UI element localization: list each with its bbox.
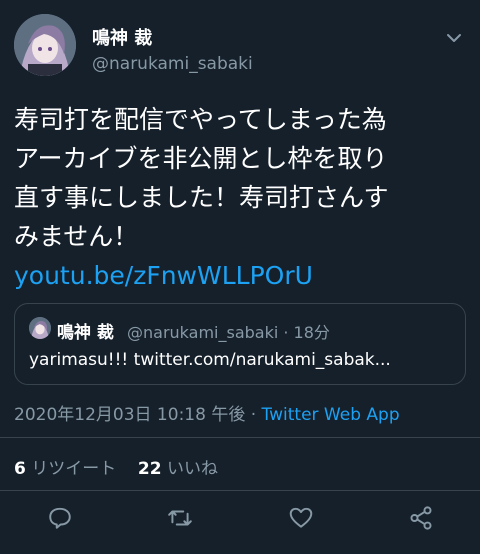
tweet-text: 寿司打を配信でやってしまった為 アーカイブを非公開とし枠を取り 直す事にしました…: [14, 100, 470, 295]
retweets-label[interactable]: リツイート: [31, 459, 116, 479]
tweet-header: 鳴神 裁 @narukami_sabaki: [14, 14, 466, 84]
quoted-tweet[interactable]: 鳴神 裁 @narukami_sabaki · 18分 yarimasu!!! …: [14, 303, 466, 385]
tweet-link[interactable]: youtu.be/zFnwWLLPOrU: [14, 256, 470, 295]
engagement-stats: 6 リツイート 22 いいね: [14, 454, 218, 479]
source-app-link[interactable]: Twitter Web App: [262, 405, 400, 425]
divider: [0, 490, 480, 491]
heart-icon[interactable]: [288, 505, 314, 531]
likes-label[interactable]: いいね: [167, 459, 218, 479]
avatar-illustration: [14, 14, 76, 76]
display-name[interactable]: 鳴神 裁: [92, 24, 152, 50]
tweet-meta: 2020年12月03日 10:18 午後 · Twitter Web App: [14, 400, 400, 425]
quoted-handle-time: @narukami_sabaki · 18分: [127, 323, 330, 342]
quoted-text: yarimasu!!! twitter.com/narukami_sabak..…: [29, 350, 391, 370]
timestamp[interactable]: 2020年12月03日 10:18 午後 ·: [14, 405, 262, 425]
reply-icon[interactable]: [47, 505, 73, 531]
tweet-text-line: みません！: [14, 222, 139, 251]
quoted-avatar-illustration: [29, 317, 51, 339]
likes-count[interactable]: 22: [138, 459, 162, 479]
retweets-count[interactable]: 6: [14, 459, 26, 479]
tweet-text-line: 直す事にしました！寿司打さんす: [14, 183, 389, 212]
chevron-down-icon[interactable]: [444, 28, 464, 48]
avatar[interactable]: [14, 14, 76, 76]
retweet-icon[interactable]: [167, 505, 193, 531]
quoted-display-name: 鳴神 裁: [57, 323, 114, 343]
divider: [0, 437, 480, 438]
share-icon[interactable]: [408, 505, 434, 531]
username-handle[interactable]: @narukami_sabaki: [92, 54, 253, 74]
action-bar: [0, 505, 480, 533]
tweet-text-line: アーカイブを非公開とし枠を取り: [14, 144, 388, 173]
tweet-text-line: 寿司打を配信でやってしまった為: [14, 105, 387, 134]
tweet-detail: 鳴神 裁 @narukami_sabaki 寿司打を配信でやってしまった為 アー…: [0, 0, 480, 554]
quoted-avatar: [29, 317, 51, 339]
